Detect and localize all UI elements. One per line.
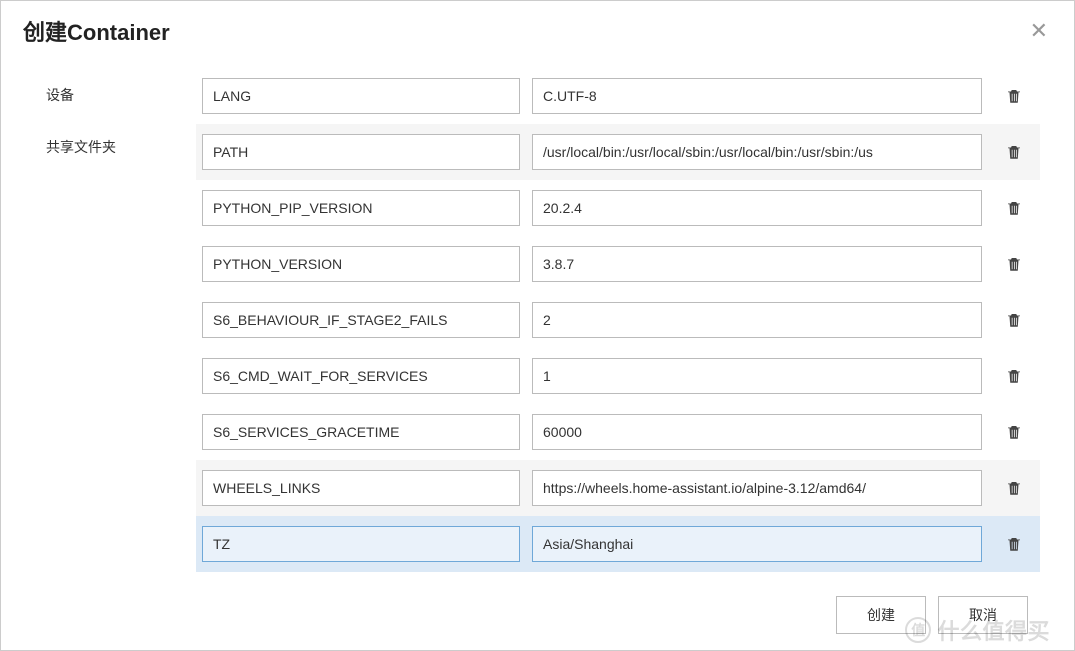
env-key-input[interactable] [202,78,520,114]
modal-body: 设备 共享文件夹 [1,61,1074,584]
trash-icon[interactable] [1005,87,1023,105]
sidebar-item-shared-folder[interactable]: 共享文件夹 [46,137,196,157]
env-key-input[interactable] [202,246,520,282]
env-key-input[interactable] [202,526,520,562]
env-var-row[interactable] [196,404,1040,460]
sidebar: 设备 共享文件夹 [21,61,196,584]
env-var-row[interactable] [196,236,1040,292]
close-icon[interactable]: ✕ [1026,16,1052,46]
env-var-row[interactable] [196,180,1040,236]
env-value-input[interactable] [532,526,982,562]
env-var-list[interactable] [196,61,1062,584]
delete-cell [994,423,1034,441]
env-var-row[interactable] [196,348,1040,404]
trash-icon[interactable] [1005,423,1023,441]
env-var-row[interactable] [196,68,1040,124]
env-value-input[interactable] [532,470,982,506]
delete-cell [994,311,1034,329]
trash-icon[interactable] [1005,367,1023,385]
env-value-input[interactable] [532,78,982,114]
env-var-row[interactable] [196,124,1040,180]
env-key-input[interactable] [202,414,520,450]
trash-icon[interactable] [1005,255,1023,273]
create-button[interactable]: 创建 [836,596,926,634]
modal-footer: 创建 取消 [1,584,1074,650]
env-value-input[interactable] [532,414,982,450]
delete-cell [994,367,1034,385]
env-var-row[interactable] [196,460,1040,516]
env-value-input[interactable] [532,302,982,338]
env-var-row[interactable] [196,516,1040,572]
delete-cell [994,535,1034,553]
modal-header: 创建Container ✕ [1,1,1074,61]
env-value-input[interactable] [532,134,982,170]
cancel-button[interactable]: 取消 [938,596,1028,634]
trash-icon[interactable] [1005,479,1023,497]
env-key-input[interactable] [202,358,520,394]
delete-cell [994,87,1034,105]
trash-icon[interactable] [1005,535,1023,553]
delete-cell [994,199,1034,217]
delete-cell [994,143,1034,161]
env-var-row[interactable] [196,292,1040,348]
delete-cell [994,255,1034,273]
env-key-input[interactable] [202,134,520,170]
env-value-input[interactable] [532,246,982,282]
env-value-input[interactable] [532,190,982,226]
delete-cell [994,479,1034,497]
sidebar-item-device[interactable]: 设备 [46,85,196,105]
env-key-input[interactable] [202,470,520,506]
trash-icon[interactable] [1005,143,1023,161]
trash-icon[interactable] [1005,311,1023,329]
create-container-modal: 创建Container ✕ 设备 共享文件夹 创建 取消 值 什么值得买 [0,0,1075,651]
env-key-input[interactable] [202,302,520,338]
env-key-input[interactable] [202,190,520,226]
env-value-input[interactable] [532,358,982,394]
modal-title: 创建Container [23,15,170,47]
trash-icon[interactable] [1005,199,1023,217]
